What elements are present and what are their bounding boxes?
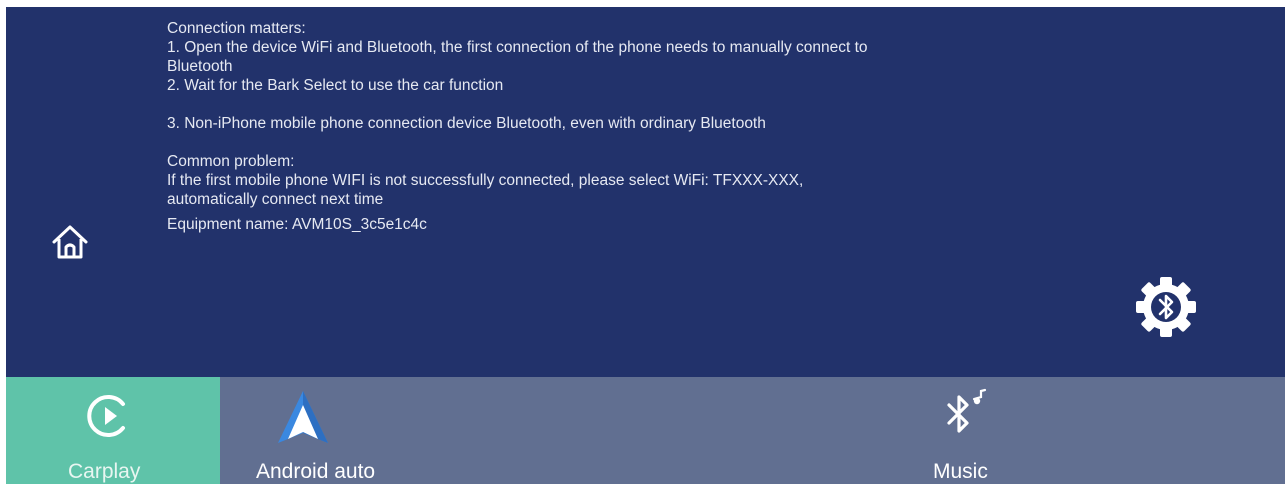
app-frame: Connection matters: 1. Open the device W… [6, 7, 1285, 484]
info-step-2: 2. Wait for the Bark Select to use the c… [167, 77, 504, 94]
common-problem-text-continued: automatically connect next time [167, 191, 384, 208]
common-problem-text: If the first mobile phone WIFI is not su… [167, 172, 804, 189]
main-panel: Connection matters: 1. Open the device W… [6, 7, 1285, 377]
bluetooth-settings-button[interactable] [1134, 275, 1198, 339]
common-problem-heading: Common problem: [167, 153, 295, 170]
tab-music-label: Music [933, 460, 988, 483]
tab-carplay-label: Carplay [68, 460, 141, 483]
info-step-1-continued: Bluetooth [167, 58, 233, 75]
tab-android-auto[interactable]: Android auto [220, 377, 380, 484]
info-step-1: 1. Open the device WiFi and Bluetooth, t… [167, 39, 868, 56]
carplay-play-icon [87, 395, 125, 437]
tab-carplay[interactable]: Carplay [6, 377, 220, 484]
home-icon [52, 225, 88, 259]
bluetooth-settings-gear-icon [1136, 277, 1196, 337]
connection-info: Connection matters: 1. Open the device W… [167, 19, 1127, 234]
info-step-3: 3. Non-iPhone mobile phone connection de… [167, 115, 766, 132]
equipment-name: Equipment name: AVM10S_3c5e1c4c [167, 216, 427, 233]
tab-music[interactable]: Music [886, 377, 1046, 484]
android-auto-icon [278, 391, 328, 443]
bottom-tab-bar: Carplay Android auto Music [6, 377, 1285, 484]
tab-android-auto-label: Android auto [256, 460, 376, 483]
bluetooth-music-icon [947, 388, 987, 433]
home-button[interactable] [50, 222, 90, 262]
info-heading: Connection matters: [167, 20, 306, 37]
